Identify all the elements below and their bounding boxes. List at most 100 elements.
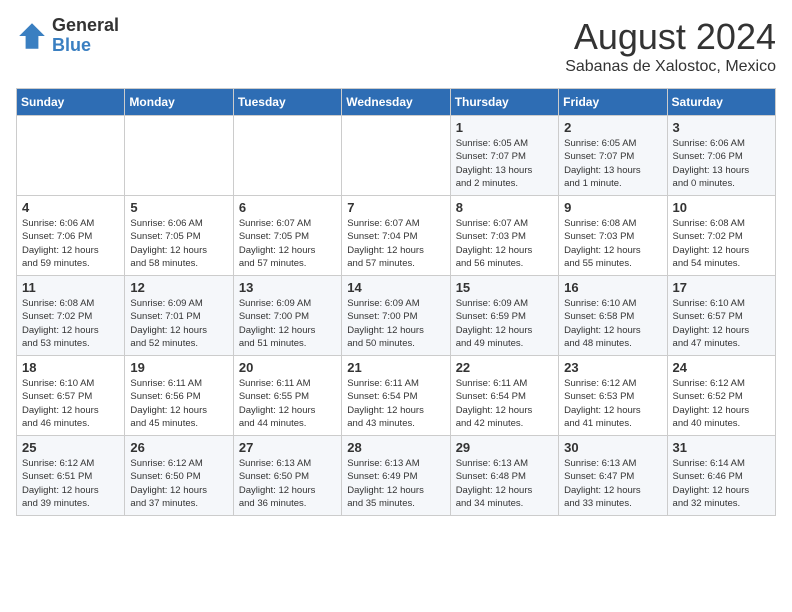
calendar-table: SundayMondayTuesdayWednesdayThursdayFrid…: [16, 88, 776, 516]
day-info: Sunrise: 6:09 AM Sunset: 7:00 PM Dayligh…: [347, 297, 444, 350]
day-number: 26: [130, 440, 227, 455]
day-info: Sunrise: 6:13 AM Sunset: 6:47 PM Dayligh…: [564, 457, 661, 510]
day-cell: 30Sunrise: 6:13 AM Sunset: 6:47 PM Dayli…: [559, 436, 667, 516]
logo: General Blue: [16, 16, 119, 56]
day-cell: 11Sunrise: 6:08 AM Sunset: 7:02 PM Dayli…: [17, 276, 125, 356]
day-number: 20: [239, 360, 336, 375]
day-number: 19: [130, 360, 227, 375]
day-number: 5: [130, 200, 227, 215]
week-row-2: 4 Sunrise: 6:06 AM Sunset: 7:06 PM Daylig…: [17, 196, 776, 276]
day-cell: 4 Sunrise: 6:06 AM Sunset: 7:06 PM Daylig…: [17, 196, 125, 276]
day-cell: 9Sunrise: 6:08 AM Sunset: 7:03 PM Daylig…: [559, 196, 667, 276]
day-cell: 3 Sunrise: 6:06 AM Sunset: 7:06 PM Daylig…: [667, 116, 775, 196]
day-cell: 5 Sunrise: 6:06 AM Sunset: 7:05 PM Daylig…: [125, 196, 233, 276]
day-cell: 31 Sunrise: 6:14 AM Sunset: 6:46 PM Dayli…: [667, 436, 775, 516]
day-cell: 28 Sunrise: 6:13 AM Sunset: 6:49 PM Dayli…: [342, 436, 450, 516]
day-number: 14: [347, 280, 444, 295]
title-block: August 2024 Sabanas de Xalostoc, Mexico: [565, 16, 776, 76]
day-info: Sunrise: 6:12 AM Sunset: 6:52 PM Dayligh…: [673, 377, 770, 430]
day-cell: 18Sunrise: 6:10 AM Sunset: 6:57 PM Dayli…: [17, 356, 125, 436]
day-number: 4: [22, 200, 119, 215]
header-cell-friday: Friday: [559, 89, 667, 116]
day-info: Sunrise: 6:08 AM Sunset: 7:03 PM Dayligh…: [564, 217, 661, 270]
day-info: Sunrise: 6:12 AM Sunset: 6:53 PM Dayligh…: [564, 377, 661, 430]
day-info: Sunrise: 6:09 AM Sunset: 6:59 PM Dayligh…: [456, 297, 553, 350]
page-header: General Blue August 2024 Sabanas de Xalo…: [16, 16, 776, 76]
day-info: Sunrise: 6:11 AM Sunset: 6:56 PM Dayligh…: [130, 377, 227, 430]
day-info: Sunrise: 6:13 AM Sunset: 6:49 PM Dayligh…: [347, 457, 444, 510]
day-number: 12: [130, 280, 227, 295]
day-cell: 14 Sunrise: 6:09 AM Sunset: 7:00 PM Dayli…: [342, 276, 450, 356]
week-row-5: 25Sunrise: 6:12 AM Sunset: 6:51 PM Dayli…: [17, 436, 776, 516]
day-info: Sunrise: 6:06 AM Sunset: 7:05 PM Dayligh…: [130, 217, 227, 270]
day-cell: 27 Sunrise: 6:13 AM Sunset: 6:50 PM Dayli…: [233, 436, 341, 516]
calendar-header: SundayMondayTuesdayWednesdayThursdayFrid…: [17, 89, 776, 116]
day-number: 8: [456, 200, 553, 215]
header-cell-monday: Monday: [125, 89, 233, 116]
logo-blue-text: Blue: [52, 36, 119, 56]
calendar-body: 1Sunrise: 6:05 AM Sunset: 7:07 PM Daylig…: [17, 116, 776, 516]
day-info: Sunrise: 6:12 AM Sunset: 6:51 PM Dayligh…: [22, 457, 119, 510]
logo-icon: [16, 20, 48, 52]
day-number: 7: [347, 200, 444, 215]
day-info: Sunrise: 6:13 AM Sunset: 6:50 PM Dayligh…: [239, 457, 336, 510]
logo-text: General Blue: [52, 16, 119, 56]
day-number: 3: [673, 120, 770, 135]
day-info: Sunrise: 6:10 AM Sunset: 6:57 PM Dayligh…: [22, 377, 119, 430]
day-info: Sunrise: 6:07 AM Sunset: 7:05 PM Dayligh…: [239, 217, 336, 270]
day-info: Sunrise: 6:06 AM Sunset: 7:06 PM Dayligh…: [673, 137, 770, 190]
day-info: Sunrise: 6:07 AM Sunset: 7:03 PM Dayligh…: [456, 217, 553, 270]
day-cell: 17Sunrise: 6:10 AM Sunset: 6:57 PM Dayli…: [667, 276, 775, 356]
header-cell-saturday: Saturday: [667, 89, 775, 116]
day-cell: 16 Sunrise: 6:10 AM Sunset: 6:58 PM Dayli…: [559, 276, 667, 356]
day-number: 6: [239, 200, 336, 215]
day-cell: [125, 116, 233, 196]
day-cell: 6 Sunrise: 6:07 AM Sunset: 7:05 PM Daylig…: [233, 196, 341, 276]
day-number: 13: [239, 280, 336, 295]
week-row-1: 1Sunrise: 6:05 AM Sunset: 7:07 PM Daylig…: [17, 116, 776, 196]
day-info: Sunrise: 6:07 AM Sunset: 7:04 PM Dayligh…: [347, 217, 444, 270]
day-info: Sunrise: 6:09 AM Sunset: 7:00 PM Dayligh…: [239, 297, 336, 350]
day-cell: 20Sunrise: 6:11 AM Sunset: 6:55 PM Dayli…: [233, 356, 341, 436]
day-info: Sunrise: 6:13 AM Sunset: 6:48 PM Dayligh…: [456, 457, 553, 510]
day-number: 15: [456, 280, 553, 295]
day-number: 28: [347, 440, 444, 455]
day-number: 24: [673, 360, 770, 375]
day-info: Sunrise: 6:11 AM Sunset: 6:54 PM Dayligh…: [347, 377, 444, 430]
day-cell: 22Sunrise: 6:11 AM Sunset: 6:54 PM Dayli…: [450, 356, 558, 436]
day-info: Sunrise: 6:14 AM Sunset: 6:46 PM Dayligh…: [673, 457, 770, 510]
day-cell: 1Sunrise: 6:05 AM Sunset: 7:07 PM Daylig…: [450, 116, 558, 196]
day-cell: 10 Sunrise: 6:08 AM Sunset: 7:02 PM Dayli…: [667, 196, 775, 276]
day-info: Sunrise: 6:08 AM Sunset: 7:02 PM Dayligh…: [673, 217, 770, 270]
day-info: Sunrise: 6:05 AM Sunset: 7:07 PM Dayligh…: [564, 137, 661, 190]
day-info: Sunrise: 6:06 AM Sunset: 7:06 PM Dayligh…: [22, 217, 119, 270]
month-year-title: August 2024: [565, 16, 776, 58]
day-cell: 2 Sunrise: 6:05 AM Sunset: 7:07 PM Daylig…: [559, 116, 667, 196]
day-cell: 23Sunrise: 6:12 AM Sunset: 6:53 PM Dayli…: [559, 356, 667, 436]
day-number: 2: [564, 120, 661, 135]
day-cell: 19 Sunrise: 6:11 AM Sunset: 6:56 PM Dayli…: [125, 356, 233, 436]
day-number: 29: [456, 440, 553, 455]
location-subtitle: Sabanas de Xalostoc, Mexico: [565, 58, 776, 76]
day-info: Sunrise: 6:10 AM Sunset: 6:58 PM Dayligh…: [564, 297, 661, 350]
day-info: Sunrise: 6:09 AM Sunset: 7:01 PM Dayligh…: [130, 297, 227, 350]
week-row-4: 18Sunrise: 6:10 AM Sunset: 6:57 PM Dayli…: [17, 356, 776, 436]
day-cell: 13 Sunrise: 6:09 AM Sunset: 7:00 PM Dayli…: [233, 276, 341, 356]
header-cell-tuesday: Tuesday: [233, 89, 341, 116]
day-number: 27: [239, 440, 336, 455]
day-cell: 29 Sunrise: 6:13 AM Sunset: 6:48 PM Dayli…: [450, 436, 558, 516]
header-row: SundayMondayTuesdayWednesdayThursdayFrid…: [17, 89, 776, 116]
day-number: 21: [347, 360, 444, 375]
day-cell: 12 Sunrise: 6:09 AM Sunset: 7:01 PM Dayli…: [125, 276, 233, 356]
day-cell: 26Sunrise: 6:12 AM Sunset: 6:50 PM Dayli…: [125, 436, 233, 516]
day-number: 16: [564, 280, 661, 295]
day-cell: 7 Sunrise: 6:07 AM Sunset: 7:04 PM Daylig…: [342, 196, 450, 276]
day-number: 22: [456, 360, 553, 375]
day-number: 11: [22, 280, 119, 295]
header-cell-thursday: Thursday: [450, 89, 558, 116]
week-row-3: 11Sunrise: 6:08 AM Sunset: 7:02 PM Dayli…: [17, 276, 776, 356]
day-number: 31: [673, 440, 770, 455]
day-cell: [233, 116, 341, 196]
day-cell: 15 Sunrise: 6:09 AM Sunset: 6:59 PM Dayli…: [450, 276, 558, 356]
day-number: 10: [673, 200, 770, 215]
